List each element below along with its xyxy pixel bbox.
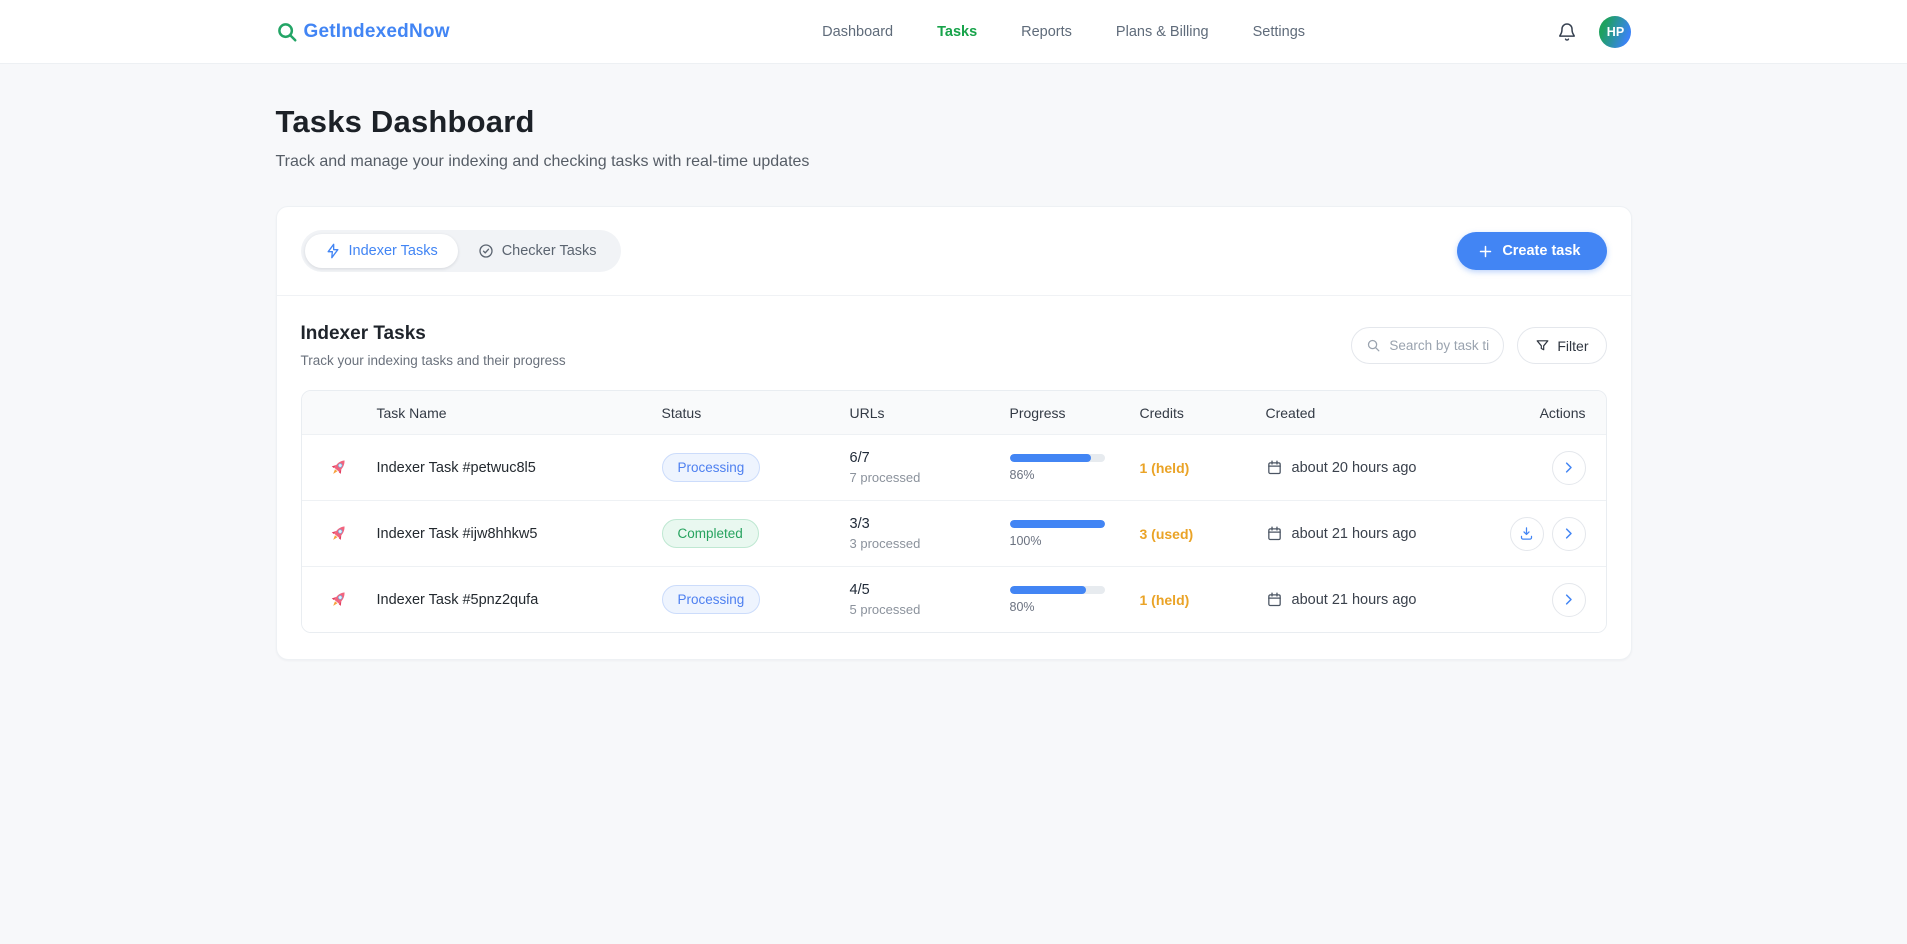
progress-bar: [1010, 586, 1105, 594]
urls-count: 4/5: [850, 582, 1010, 598]
task-name: Indexer Task #5pnz2qufa: [377, 592, 662, 608]
page-title: Tasks Dashboard: [276, 104, 1632, 140]
search-input[interactable]: [1389, 338, 1489, 353]
status-badge: Completed: [662, 519, 759, 548]
main-content: Tasks Dashboard Track and manage your in…: [276, 104, 1632, 660]
check-circle-icon: [478, 243, 494, 259]
header-status: Status: [662, 405, 850, 421]
lightning-bolt-icon: [325, 243, 341, 259]
urls-count: 6/7: [850, 450, 1010, 466]
nav-item-tasks[interactable]: Tasks: [937, 24, 977, 40]
view-details-button[interactable]: [1552, 583, 1586, 617]
header-credits: Credits: [1140, 405, 1266, 421]
tasks-table: Task Name Status URLs Progress Credits C…: [301, 390, 1607, 633]
progress-percent: 86%: [1010, 468, 1140, 482]
download-icon: [1519, 526, 1534, 541]
notifications-button[interactable]: [1557, 22, 1577, 42]
credits-value: 1 (held): [1140, 460, 1266, 476]
task-name: Indexer Task #petwuc8l5: [377, 460, 662, 476]
top-navigation-bar: GetIndexedNow Dashboard Tasks Reports Pl…: [0, 0, 1907, 64]
filter-label: Filter: [1557, 338, 1588, 354]
tab-indexer-tasks[interactable]: Indexer Tasks: [305, 234, 458, 268]
rocket-icon: [327, 588, 350, 611]
header-task-name: Task Name: [377, 405, 662, 421]
progress-bar: [1010, 454, 1105, 462]
calendar-icon: [1266, 591, 1283, 608]
view-details-button[interactable]: [1552, 451, 1586, 485]
tab-checker-label: Checker Tasks: [502, 243, 597, 259]
filter-button[interactable]: Filter: [1517, 327, 1606, 364]
nav-item-dashboard[interactable]: Dashboard: [822, 24, 893, 40]
header-actions: Actions: [1496, 405, 1606, 421]
table-row: Indexer Task #ijw8hhkw5 Completed 3/3 3 …: [302, 500, 1606, 566]
bell-icon: [1557, 22, 1577, 42]
header-urls: URLs: [850, 405, 1010, 421]
created-time: about 20 hours ago: [1292, 460, 1417, 476]
credits-value: 1 (held): [1140, 592, 1266, 608]
page-subtitle: Track and manage your indexing and check…: [276, 153, 1632, 171]
tasks-card: Indexer Tasks Checker Tasks Create task: [276, 206, 1632, 660]
card-toolbar: Indexer Tasks Checker Tasks Create task: [277, 207, 1631, 296]
urls-processed: 7 processed: [850, 470, 1010, 485]
create-task-button[interactable]: Create task: [1457, 232, 1606, 270]
chevron-right-icon: [1561, 526, 1576, 541]
view-details-button[interactable]: [1552, 517, 1586, 551]
task-type-tabs: Indexer Tasks Checker Tasks: [301, 230, 621, 272]
section-header: Indexer Tasks Track your indexing tasks …: [277, 296, 1631, 390]
rocket-icon: [327, 522, 350, 545]
brand-logo[interactable]: GetIndexedNow: [276, 21, 450, 43]
table-header-row: Task Name Status URLs Progress Credits C…: [302, 391, 1606, 434]
create-task-label: Create task: [1502, 243, 1580, 259]
download-report-button[interactable]: [1510, 517, 1544, 551]
calendar-icon: [1266, 459, 1283, 476]
progress-percent: 80%: [1010, 600, 1140, 614]
search-icon: [1366, 338, 1381, 353]
user-avatar[interactable]: HP: [1599, 16, 1631, 48]
status-badge: Processing: [662, 453, 761, 482]
created-time: about 21 hours ago: [1292, 592, 1417, 608]
nav-item-plans-billing[interactable]: Plans & Billing: [1116, 24, 1209, 40]
brand-name: GetIndexedNow: [304, 21, 450, 43]
section-title: Indexer Tasks: [301, 323, 566, 345]
urls-processed: 5 processed: [850, 602, 1010, 617]
status-badge: Processing: [662, 585, 761, 614]
tab-indexer-label: Indexer Tasks: [349, 243, 438, 259]
header-created: Created: [1266, 405, 1496, 421]
created-cell: about 20 hours ago: [1266, 459, 1496, 476]
section-subtitle: Track your indexing tasks and their prog…: [301, 353, 566, 368]
created-time: about 21 hours ago: [1292, 526, 1417, 542]
calendar-icon: [1266, 525, 1283, 542]
urls-processed: 3 processed: [850, 536, 1010, 551]
rocket-icon: [327, 456, 350, 479]
task-search: [1351, 327, 1504, 364]
main-nav: Dashboard Tasks Reports Plans & Billing …: [822, 24, 1305, 40]
created-cell: about 21 hours ago: [1266, 525, 1496, 542]
chevron-right-icon: [1561, 592, 1576, 607]
task-name: Indexer Task #ijw8hhkw5: [377, 526, 662, 542]
nav-item-settings[interactable]: Settings: [1253, 24, 1305, 40]
created-cell: about 21 hours ago: [1266, 591, 1496, 608]
search-icon: [276, 21, 298, 43]
filter-funnel-icon: [1535, 338, 1550, 353]
urls-count: 3/3: [850, 516, 1010, 532]
table-row: Indexer Task #5pnz2qufa Processing 4/5 5…: [302, 566, 1606, 632]
nav-item-reports[interactable]: Reports: [1021, 24, 1072, 40]
tab-checker-tasks[interactable]: Checker Tasks: [458, 234, 617, 268]
table-row: Indexer Task #petwuc8l5 Processing 6/7 7…: [302, 434, 1606, 500]
credits-value: 3 (used): [1140, 526, 1266, 542]
chevron-right-icon: [1561, 460, 1576, 475]
header-progress: Progress: [1010, 405, 1140, 421]
progress-percent: 100%: [1010, 534, 1140, 548]
progress-bar: [1010, 520, 1105, 528]
plus-icon: [1478, 244, 1493, 259]
